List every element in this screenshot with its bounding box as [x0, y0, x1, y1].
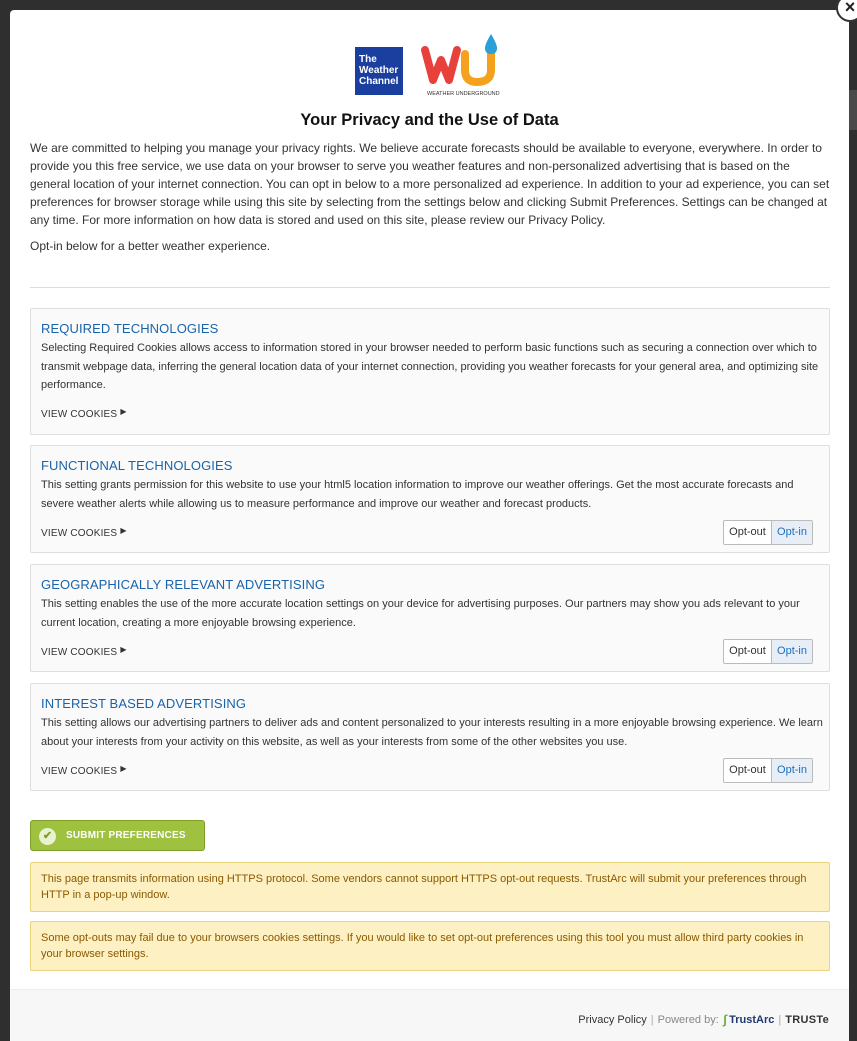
caret-right-icon: ▶	[120, 407, 127, 416]
opt-in-button[interactable]: Opt-in	[772, 521, 812, 544]
trustarc-swoosh-icon: ʃ	[722, 1012, 728, 1027]
view-cookies-link[interactable]: VIEW COOKIES ▶	[41, 764, 127, 777]
section-functional-technologies: FUNCTIONAL TECHNOLOGIES This setting gra…	[30, 445, 830, 553]
opt-toggle: Opt-out Opt-in	[723, 639, 813, 664]
submit-preferences-button[interactable]: ✔ SUBMIT PREFERENCES	[30, 820, 205, 851]
caret-right-icon: ▶	[120, 764, 127, 773]
opt-toggle: Opt-out Opt-in	[723, 520, 813, 545]
opt-out-button[interactable]: Opt-out	[724, 640, 772, 663]
section-description: This setting enables the use of the more…	[41, 598, 800, 629]
caret-right-icon: ▶	[120, 645, 127, 654]
caret-right-icon: ▶	[120, 526, 127, 535]
divider	[30, 287, 830, 288]
opt-toggle: Opt-out Opt-in	[723, 758, 813, 783]
opt-out-button[interactable]: Opt-out	[724, 521, 772, 544]
background-fragment	[849, 90, 857, 130]
section-title: GEOGRAPHICALLY RELEVANT ADVERTISING	[41, 577, 326, 592]
weather-underground-logo: WEATHER UNDERGROUND	[421, 34, 500, 97]
footer: Privacy Policy | Powered by: ʃ TrustArc |…	[10, 989, 849, 1041]
section-description: This setting grants permission for this …	[41, 479, 794, 510]
page-title: Your Privacy and the Use of Data	[300, 111, 559, 129]
footer-separator: |	[650, 1013, 654, 1026]
view-cookies-link[interactable]: VIEW COOKIES ▶	[41, 407, 127, 420]
section-geographic-advertising: GEOGRAPHICALLY RELEVANT ADVERTISING This…	[30, 564, 830, 672]
privacy-modal: The Weather Channel WEATHER UNDERGROUND …	[10, 10, 849, 1041]
weather-channel-logo: The Weather Channel	[355, 47, 403, 95]
privacy-policy-link[interactable]: Privacy Policy	[578, 1014, 646, 1026]
section-description: Selecting Required Cookies allows access…	[41, 342, 819, 391]
section-interest-advertising: INTEREST BASED ADVERTISING This setting …	[30, 683, 830, 791]
section-description: This setting allows our advertising part…	[41, 717, 823, 748]
section-title: FUNCTIONAL TECHNOLOGIES	[41, 458, 233, 473]
https-notice: This page transmits information using HT…	[30, 862, 830, 912]
footer-separator: |	[778, 1013, 782, 1026]
truste-logo[interactable]: TRUSTe	[785, 1014, 829, 1026]
section-required-technologies: REQUIRED TECHNOLOGIES Selecting Required…	[30, 308, 830, 435]
optin-note: Opt-in below for a better weather experi…	[30, 239, 271, 253]
intro-text: We are committed to helping you manage y…	[30, 141, 830, 227]
cookie-settings-notice: Some opt-outs may fail due to your brows…	[30, 921, 830, 971]
powered-by-label: Powered by:	[657, 1013, 719, 1026]
trustarc-logo[interactable]: ʃ TrustArc	[723, 1012, 775, 1027]
checkmark-icon: ✔	[39, 828, 56, 845]
wu-caption: WEATHER UNDERGROUND	[427, 91, 500, 97]
view-cookies-link[interactable]: VIEW COOKIES ▶	[41, 526, 127, 539]
section-title: REQUIRED TECHNOLOGIES	[41, 321, 219, 336]
logo-group: The Weather Channel WEATHER UNDERGROUND	[355, 32, 515, 98]
opt-in-button[interactable]: Opt-in	[772, 640, 812, 663]
section-title: INTEREST BASED ADVERTISING	[41, 696, 247, 711]
opt-in-button[interactable]: Opt-in	[772, 759, 812, 782]
opt-out-button[interactable]: Opt-out	[724, 759, 772, 782]
view-cookies-link[interactable]: VIEW COOKIES ▶	[41, 645, 127, 658]
footer-links: Privacy Policy | Powered by: ʃ TrustArc |…	[578, 1012, 829, 1027]
